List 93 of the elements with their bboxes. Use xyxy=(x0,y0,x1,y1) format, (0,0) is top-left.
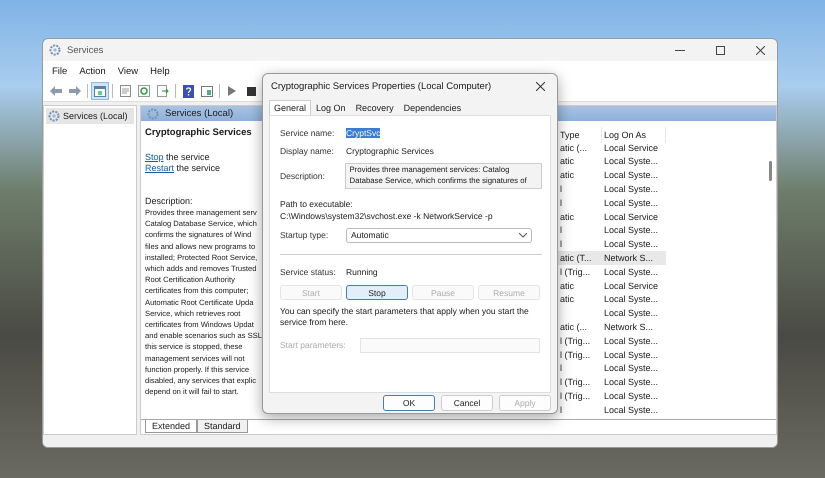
back-arrow-icon xyxy=(50,86,62,96)
table-cell-text: Local Syste... xyxy=(603,390,660,403)
service-action-link[interactable]: Restart xyxy=(145,163,174,173)
table-cell-text: Local Syste... xyxy=(603,376,660,390)
table-cell-text: atic xyxy=(559,210,576,224)
console-tree-icon xyxy=(94,86,106,96)
path-value: C:\Windows\system32\svchost.exe -k NetworkService -p xyxy=(280,210,494,222)
properties-icon xyxy=(120,85,130,97)
console-window-icon xyxy=(201,86,213,96)
table-cell-text: Local Syste... xyxy=(603,196,660,210)
dialog-button[interactable]: OK xyxy=(383,395,435,411)
table-cell-text: Local Syste... xyxy=(603,266,660,279)
table-cell-text: atic (... xyxy=(559,142,588,155)
dialog-tab[interactable]: General xyxy=(269,100,312,115)
table-cell-text: atic xyxy=(559,293,576,306)
field-label: Path to executable: xyxy=(280,198,354,210)
dialog-tab[interactable]: Log On xyxy=(311,100,351,115)
table-cell-text: l xyxy=(559,404,563,417)
table-cell-text: atic xyxy=(559,280,576,293)
chevron-down-icon xyxy=(519,232,527,238)
table-cell: Network S... xyxy=(602,251,666,265)
service-title: Cryptographic Services xyxy=(145,127,253,138)
display-name-value: Cryptographic Services xyxy=(346,146,434,156)
field-label: Startup type: xyxy=(280,230,330,240)
service-control-button[interactable]: Stop xyxy=(346,285,408,300)
table-cell-text: Local Syste... xyxy=(603,293,660,306)
table-cell-text: atic (... xyxy=(559,321,588,334)
table-cell-text: Local Syste... xyxy=(603,155,660,168)
forward-arrow-icon xyxy=(69,86,81,96)
dialog-button[interactable]: Cancel xyxy=(441,395,493,411)
dialog-title: Cryptographic Services Properties (Local Computer) xyxy=(271,80,492,92)
services-gear-icon xyxy=(48,110,60,122)
table-cell-text: l xyxy=(559,183,563,196)
table-cell-text: Network S... xyxy=(603,321,654,334)
play-icon xyxy=(228,86,236,96)
dialog-tab[interactable]: Dependencies xyxy=(398,100,466,115)
view-tab[interactable]: Extended xyxy=(145,420,198,433)
services-gear-icon xyxy=(49,44,61,56)
field-label: Service status: xyxy=(280,267,337,277)
table-cell-text: l (Trig... xyxy=(559,390,592,403)
table-cell-text: l (Trig... xyxy=(559,334,592,348)
refresh-icon xyxy=(138,85,150,97)
menu-item[interactable]: View xyxy=(112,64,144,78)
table-cell-text: Local Service xyxy=(603,142,660,155)
field-label: Service name: xyxy=(280,128,336,138)
service-name-value[interactable]: CryptSvc xyxy=(346,128,380,138)
stop-icon xyxy=(246,86,256,96)
table-cell-text: Local Syste... xyxy=(603,307,660,320)
dialog-tab[interactable]: Recovery xyxy=(350,100,399,115)
tree-item-label: Services (Local) xyxy=(63,111,128,121)
view-tab[interactable]: Standard xyxy=(197,420,248,433)
close-icon xyxy=(756,46,764,54)
table-cell-text: Local Syste... xyxy=(603,238,660,252)
description-label: Description: xyxy=(145,196,194,207)
table-cell-text: l (Trig... xyxy=(559,348,592,362)
maximize-icon xyxy=(716,46,724,54)
menu-item[interactable]: Action xyxy=(74,64,111,78)
table-cell-text: l xyxy=(559,362,563,376)
menu-item[interactable]: Help xyxy=(145,64,175,78)
table-cell-text: Local Syste... xyxy=(603,169,660,182)
table-cell-text: Local Syste... xyxy=(603,224,660,238)
tree-item[interactable]: Services (Local) xyxy=(46,108,134,124)
window-title: Services xyxy=(67,44,104,56)
service-action-link[interactable]: Stop xyxy=(145,152,164,162)
table-cell-text: l xyxy=(559,224,563,238)
table-cell-text: Local Service xyxy=(603,280,660,293)
table-cell-text: l xyxy=(559,196,563,210)
close-icon xyxy=(536,82,544,90)
scrollbar-thumb[interactable] xyxy=(769,161,772,181)
field-label: Description: xyxy=(280,171,326,181)
column-header[interactable]: Log On As xyxy=(602,127,666,143)
table-cell-text: atic xyxy=(559,169,576,182)
hint-text: You can specify the start parameters that apply when you start the service from here. xyxy=(280,306,530,328)
status-value: Running xyxy=(346,267,378,277)
table-cell-text: atic xyxy=(559,155,576,168)
table-cell-text: Local Syste... xyxy=(603,334,660,348)
table-cell-text: l xyxy=(559,238,563,252)
help-icon xyxy=(182,84,194,98)
table-cell-text: Local Syste... xyxy=(603,348,660,362)
table-cell-text: l (Trig... xyxy=(559,376,592,390)
menu-item[interactable]: File xyxy=(47,64,72,78)
table-cell-text: Local Syste... xyxy=(603,362,660,376)
table-cell-text: Local Syste... xyxy=(603,404,660,417)
table-cell-text: Local Service xyxy=(603,210,660,224)
field-label: Display name: xyxy=(280,146,335,156)
table-cell-text: Local Syste... xyxy=(603,183,660,196)
table-cell-text: l (Trig... xyxy=(559,266,592,279)
field-label: Start parameters: xyxy=(280,340,347,350)
pane-header-title: Services (Local) xyxy=(165,108,234,119)
services-gear-icon xyxy=(147,108,159,120)
table-cell: atic (T... xyxy=(558,251,602,265)
startup-type-dropdown[interactable]: Automatic xyxy=(346,228,532,242)
export-list-icon xyxy=(157,85,169,97)
